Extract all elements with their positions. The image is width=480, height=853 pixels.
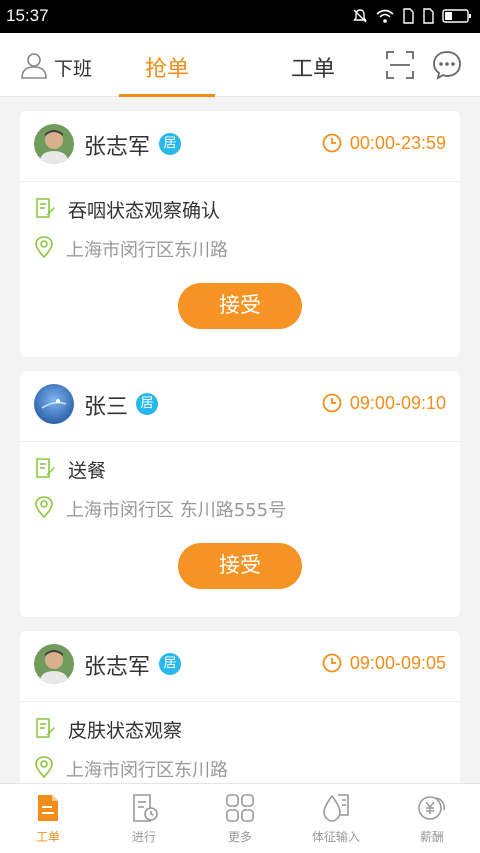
order-card: 张志军 居 09:00-09:05 皮肤状态观察 上海市闵行区东川路 接受: [20, 631, 460, 783]
salary-icon: [416, 792, 448, 824]
status-bar: 15:37: [0, 0, 480, 33]
clock-icon: [322, 653, 342, 677]
customer-name: 张志军: [84, 655, 151, 680]
tab-label: 工单: [290, 57, 335, 82]
location-pin-icon: [34, 236, 54, 262]
scan-icon: [385, 51, 415, 84]
tabbar-item-more[interactable]: 更多: [192, 784, 288, 853]
accept-button[interactable]: 接受: [178, 283, 302, 329]
top-nav: 下班 抢单 工单: [0, 33, 480, 97]
tabbar-item-vital-signs[interactable]: 体征输入: [288, 784, 384, 853]
task-document-icon: [34, 717, 56, 743]
in-progress-icon: [128, 792, 160, 824]
customer-name: 张志军: [84, 135, 151, 160]
address-row: 上海市闵行区东川路: [34, 756, 228, 782]
user-status-label: 下班: [54, 57, 93, 80]
resident-badge: 居: [159, 653, 181, 675]
service-time: 09:00-09:05: [349, 653, 446, 673]
service-time: 09:00-09:10: [349, 393, 446, 413]
order-card: 张志军 居 00:00-23:59 吞咽状态观察确认 上海市闵行区东川路 接受: [20, 111, 460, 357]
bottom-tab-bar: 工单 进行 更多 体征输入 薪酬: [0, 783, 480, 853]
tabbar-label: 薪酬: [419, 830, 444, 844]
scan-button[interactable]: [385, 50, 415, 84]
service-time: 00:00-23:59: [349, 133, 446, 153]
task-title: 送餐: [68, 460, 107, 482]
tabbar-label: 进行: [131, 830, 156, 844]
tabbar-label: 更多: [227, 830, 252, 844]
sim-icon: [422, 8, 434, 28]
chat-icon: [432, 51, 462, 84]
avatar: [34, 124, 74, 164]
tabbar-item-in-progress[interactable]: 进行: [96, 784, 192, 853]
clock-icon: [322, 393, 342, 417]
avatar: [34, 644, 74, 684]
tab-work-order[interactable]: 工单: [270, 33, 356, 97]
message-button[interactable]: [432, 50, 462, 84]
battery-icon: [442, 8, 472, 28]
task-row: 皮肤状态观察: [34, 716, 182, 743]
avatar: [34, 384, 74, 424]
user-status-toggle[interactable]: 下班: [20, 51, 92, 83]
sim-icon: [402, 8, 414, 28]
order-card: 张三 居 09:00-09:10 送餐 上海市闵行区 东川路555号 接受: [20, 371, 460, 617]
task-title: 皮肤状态观察: [68, 720, 183, 742]
task-title: 吞咽状态观察确认: [68, 200, 221, 222]
task-row: 送餐: [34, 456, 106, 483]
status-icons: [352, 8, 472, 28]
status-time: 15:37: [6, 6, 49, 25]
address-row: 上海市闵行区东川路: [34, 236, 228, 262]
resident-badge: 居: [136, 393, 158, 415]
tab-label: 抢单: [144, 57, 189, 82]
address-text: 上海市闵行区 东川路555号: [66, 500, 287, 521]
location-pin-icon: [34, 496, 54, 522]
divider: [20, 181, 460, 182]
resident-badge: 居: [159, 133, 181, 155]
vital-signs-icon: [320, 792, 352, 824]
user-icon: [20, 51, 48, 83]
clock-icon: [322, 133, 342, 157]
address-text: 上海市闵行区东川路: [66, 240, 228, 261]
work-order-icon: [32, 792, 64, 824]
tabbar-item-work-order[interactable]: 工单: [0, 784, 96, 853]
tabbar-label: 工单: [35, 830, 60, 844]
order-list: 张志军 居 00:00-23:59 吞咽状态观察确认 上海市闵行区东川路 接受 …: [0, 97, 480, 783]
customer-name: 张三: [84, 395, 129, 420]
more-grid-icon: [224, 792, 256, 824]
tabbar-label: 体征输入: [311, 830, 360, 844]
task-document-icon: [34, 457, 56, 483]
task-row: 吞咽状态观察确认: [34, 196, 220, 223]
divider: [20, 701, 460, 702]
divider: [20, 441, 460, 442]
tab-grab-order[interactable]: 抢单: [119, 33, 215, 97]
mute-icon: [352, 8, 368, 28]
location-pin-icon: [34, 756, 54, 782]
accept-button[interactable]: 接受: [178, 543, 302, 589]
task-document-icon: [34, 197, 56, 223]
wifi-icon: [376, 8, 394, 28]
tabbar-item-salary[interactable]: 薪酬: [384, 784, 480, 853]
address-text: 上海市闵行区东川路: [66, 760, 228, 781]
address-row: 上海市闵行区 东川路555号: [34, 496, 286, 522]
